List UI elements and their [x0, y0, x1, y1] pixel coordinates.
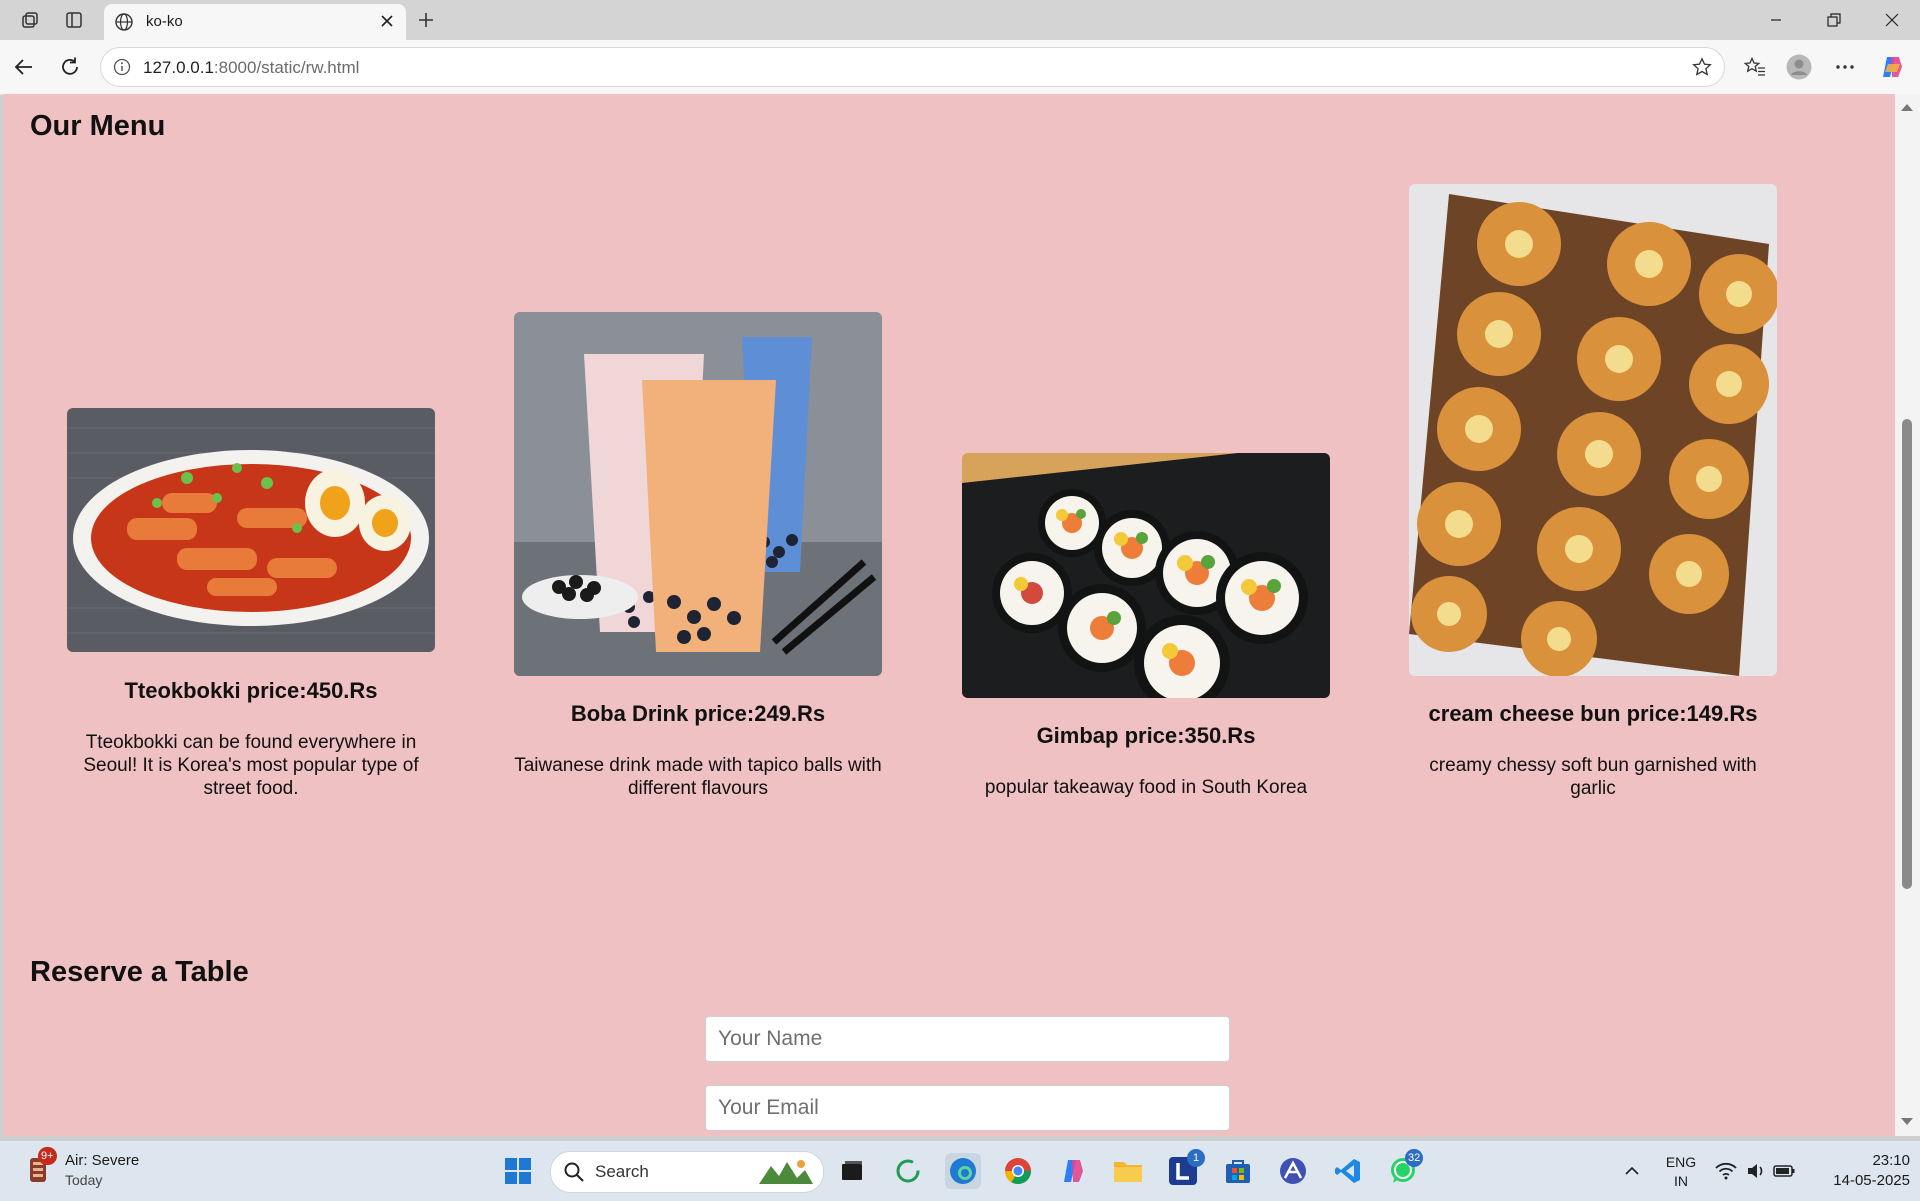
language-indicator[interactable]: ENG IN [1664, 1153, 1698, 1191]
refresh-app-icon[interactable] [890, 1153, 926, 1189]
clock-date: 14-05-2025 [1833, 1172, 1910, 1189]
arc-app-icon[interactable] [1275, 1153, 1311, 1189]
chevron-up-icon[interactable] [1614, 1153, 1650, 1189]
file-explorer-icon[interactable] [1110, 1153, 1146, 1189]
back-button[interactable] [10, 53, 38, 81]
scrollbar-thumb[interactable] [1902, 419, 1912, 889]
l-app-badge: 1 [1187, 1149, 1205, 1167]
browser-toolbar: 127.0.0.1:8000/static/rw.html [0, 40, 1920, 95]
url-text[interactable]: 127.0.0.1:8000/static/rw.html [143, 58, 359, 78]
reserve-heading: Reserve a Table [30, 956, 249, 988]
favorite-star-icon[interactable] [1692, 57, 1712, 82]
new-tab-button[interactable] [414, 8, 438, 32]
chrome-icon[interactable] [1000, 1153, 1036, 1189]
clock[interactable]: 23:10 14-05-2025 [1804, 1151, 1910, 1191]
restore-button[interactable] [1814, 6, 1854, 34]
menu-item-name: cream cheese bun price:149.Rs [1428, 701, 1758, 726]
whatsapp-badge: 32 [1405, 1149, 1424, 1167]
vertical-tabs-icon[interactable] [62, 8, 86, 32]
site-info-icon[interactable] [113, 58, 131, 81]
name-field[interactable] [705, 1016, 1230, 1062]
address-bar[interactable]: 127.0.0.1:8000/static/rw.html [100, 47, 1725, 87]
weather-subtitle: Today [65, 1172, 103, 1188]
gimbap-image [962, 453, 1330, 698]
close-tab-icon[interactable] [376, 10, 398, 32]
taskbar-search[interactable]: Search [550, 1151, 824, 1193]
browser-tab-bar: ko-ko [0, 0, 1920, 40]
menu-item-name: Gimbap price:350.Rs [1036, 723, 1256, 748]
globe-icon [114, 12, 134, 37]
active-tab[interactable]: ko-ko [104, 4, 406, 40]
close-window-button[interactable] [1872, 6, 1912, 34]
cream-cheese-bun-image [1409, 184, 1777, 676]
tab-title: ko-ko [146, 13, 183, 30]
edge-browser-icon[interactable] [945, 1153, 981, 1189]
copilot-icon[interactable] [1878, 53, 1906, 81]
language-code: ENG [1665, 1154, 1697, 1170]
whatsapp-icon[interactable]: 32 [1385, 1149, 1424, 1189]
menu-heading: Our Menu [30, 110, 166, 142]
refresh-button[interactable] [56, 53, 84, 81]
menu-item-description: popular takeaway food in South Korea [984, 777, 1308, 798]
menu-item-name: Boba Drink price:249.Rs [570, 701, 826, 726]
workspaces-icon[interactable] [18, 8, 42, 32]
search-label: Search [595, 1162, 649, 1181]
l-app-icon[interactable]: 1 [1165, 1149, 1205, 1189]
region-code: IN [1674, 1173, 1688, 1189]
start-button[interactable] [500, 1153, 536, 1189]
task-view-icon[interactable] [834, 1153, 870, 1189]
scroll-down-arrow-icon[interactable] [1901, 1118, 1913, 1125]
tteokbokki-image [67, 408, 435, 652]
battery-icon[interactable] [1766, 1153, 1802, 1189]
weather-badge: 9+ [38, 1147, 57, 1165]
weather-widget-icon[interactable]: 9+ [20, 1147, 57, 1187]
minimize-button[interactable] [1756, 6, 1796, 34]
menu-item-description: Tteokbokki can be found everywhere in Se… [83, 732, 419, 799]
windows-taskbar: 9+ Air: Severe Today Search 1 32 ENG IN … [0, 1140, 1920, 1201]
menu-item-description: Taiwanese drink made with tapico balls w… [514, 755, 882, 799]
more-options-icon[interactable] [1831, 53, 1859, 81]
weather-title[interactable]: Air: Severe [65, 1152, 139, 1169]
boba-drink-image [514, 312, 882, 676]
profile-avatar[interactable] [1785, 53, 1813, 81]
clock-time: 23:10 [1872, 1152, 1910, 1169]
favorites-icon[interactable] [1741, 53, 1769, 81]
page-scrollbar[interactable] [1895, 94, 1920, 1136]
menu-item-description: creamy chessy soft bun garnished with ga… [1429, 755, 1757, 799]
scroll-up-arrow-icon[interactable] [1901, 104, 1913, 111]
search-highlight-icon [757, 1156, 815, 1193]
copilot-app-icon[interactable] [1055, 1153, 1091, 1189]
email-field[interactable] [705, 1085, 1230, 1131]
page-viewport: Our Menu Tteokbokki price:450.Rs Tteokbo… [4, 94, 1895, 1136]
menu-item-name: Tteokbokki price:450.Rs [124, 678, 378, 703]
store-icon[interactable] [1220, 1153, 1256, 1189]
search-icon [563, 1161, 585, 1188]
vscode-icon[interactable] [1330, 1153, 1366, 1189]
